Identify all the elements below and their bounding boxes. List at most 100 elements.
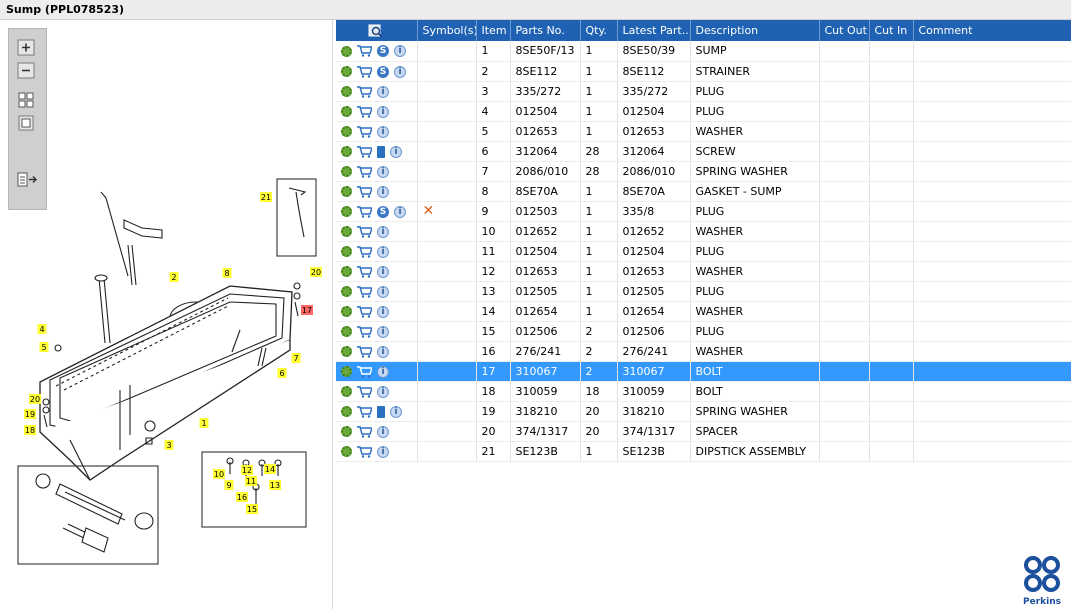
diagram-callout[interactable]: 12 xyxy=(241,465,253,475)
shopping-cart-icon[interactable] xyxy=(357,105,372,118)
shopping-cart-icon[interactable] xyxy=(357,225,372,238)
settings-gear-icon[interactable] xyxy=(341,166,352,177)
info-icon[interactable]: i xyxy=(377,85,389,98)
info-icon[interactable]: i xyxy=(377,105,389,118)
column-actions-header[interactable] xyxy=(336,20,418,41)
diagram-panel[interactable]: 1 2 3 4 5 6 7 8 9 10 11 12 13 14 15 16 17 20 21 20 19 18 xyxy=(0,20,333,609)
shopping-cart-icon[interactable] xyxy=(357,365,372,378)
diagram-callout[interactable]: 9 xyxy=(224,480,234,490)
column-description-header[interactable]: Description xyxy=(690,20,820,41)
info-icon[interactable]: i xyxy=(390,145,402,158)
shopping-cart-icon[interactable] xyxy=(357,45,372,57)
column-cut-in-header[interactable]: Cut In xyxy=(869,20,914,41)
settings-gear-icon[interactable] xyxy=(341,186,352,197)
column-item-header[interactable]: Item xyxy=(476,20,511,41)
info-icon[interactable]: i xyxy=(394,45,406,58)
shopping-cart-icon[interactable] xyxy=(357,445,372,458)
settings-gear-icon[interactable] xyxy=(341,426,352,437)
settings-gear-icon[interactable] xyxy=(341,346,352,357)
info-icon[interactable]: i xyxy=(377,425,389,438)
diagram-callout[interactable]: 20 xyxy=(29,394,41,404)
column-latest-part-header[interactable]: Latest Part... xyxy=(617,20,691,41)
table-row[interactable]: i 20 374/1317 20 374/1317 SPACER xyxy=(336,421,1071,442)
settings-gear-icon[interactable] xyxy=(341,86,352,97)
info-icon[interactable]: i xyxy=(394,65,406,78)
shopping-cart-icon[interactable] xyxy=(357,145,372,158)
info-icon[interactable]: i xyxy=(377,365,389,378)
book-icon[interactable] xyxy=(377,405,385,418)
shopping-cart-icon[interactable] xyxy=(357,285,372,298)
diagram-callout[interactable]: 2 xyxy=(169,272,179,282)
diagram-callout[interactable]: 18 xyxy=(24,425,36,435)
shopping-cart-icon[interactable] xyxy=(357,205,372,218)
diagram-callout[interactable]: 5 xyxy=(39,342,49,352)
table-row[interactable]: i 6 312064 28 312064 SCREW xyxy=(336,141,1071,162)
supersession-s-icon[interactable]: S xyxy=(377,205,389,218)
shopping-cart-icon[interactable] xyxy=(357,245,372,258)
column-qty-header[interactable]: Qty. xyxy=(580,20,618,41)
column-cut-out-header[interactable]: Cut Out xyxy=(819,20,870,41)
shopping-cart-icon[interactable] xyxy=(357,385,372,398)
column-comment-header[interactable]: Comment xyxy=(913,20,1071,41)
diagram-callout[interactable]: 16 xyxy=(236,492,248,502)
diagram-callout[interactable]: 7 xyxy=(291,353,301,363)
table-row[interactable]: i 15 012506 2 012506 PLUG xyxy=(336,321,1071,342)
settings-gear-icon[interactable] xyxy=(341,126,352,137)
shopping-cart-icon[interactable] xyxy=(357,185,372,198)
table-row[interactable]: i 13 012505 1 012505 PLUG xyxy=(336,281,1071,302)
diagram-callout[interactable]: 3 xyxy=(164,440,174,450)
settings-gear-icon[interactable] xyxy=(341,66,352,77)
column-parts-no-header[interactable]: Parts No. xyxy=(510,20,581,41)
settings-gear-icon[interactable] xyxy=(341,446,352,457)
diagram-callout[interactable]: 21 xyxy=(260,192,272,202)
info-icon[interactable]: i xyxy=(377,345,389,358)
diagram-callout[interactable]: 19 xyxy=(24,409,36,419)
table-row[interactable]: i 16 276/241 2 276/241 WASHER xyxy=(336,341,1071,362)
info-icon[interactable]: i xyxy=(394,205,406,218)
table-row[interactable]: Si 2 8SE112 1 8SE112 STRAINER xyxy=(336,61,1071,82)
shopping-cart-icon[interactable] xyxy=(357,265,372,278)
table-row[interactable]: Si 1 8SE50F/13 1 8SE50/39 SUMP xyxy=(336,41,1071,62)
diagram-callout[interactable]: 15 xyxy=(246,504,258,514)
exploded-parts-diagram[interactable]: 12345678910111213141516172021201918 xyxy=(0,40,330,600)
supersession-s-icon[interactable]: S xyxy=(377,45,389,58)
info-icon[interactable]: i xyxy=(377,285,389,298)
settings-gear-icon[interactable] xyxy=(341,326,352,337)
table-row[interactable]: i 10 012652 1 012652 WASHER xyxy=(336,221,1071,242)
diagram-callout[interactable]: 4 xyxy=(37,324,47,334)
table-row[interactable]: i 14 012654 1 012654 WASHER xyxy=(336,301,1071,322)
settings-gear-icon[interactable] xyxy=(341,266,352,277)
settings-gear-icon[interactable] xyxy=(341,286,352,297)
info-icon[interactable]: i xyxy=(377,225,389,238)
settings-gear-icon[interactable] xyxy=(341,386,352,397)
diagram-callout[interactable]: 11 xyxy=(245,476,257,486)
table-row[interactable]: Si ✕ 9 012503 1 335/8 PLUG xyxy=(336,201,1071,222)
table-row[interactable]: i 3 335/272 1 335/272 PLUG xyxy=(336,81,1071,102)
info-icon[interactable]: i xyxy=(377,445,389,458)
column-symbols-header[interactable]: Symbol(s) xyxy=(417,20,477,41)
info-icon[interactable]: i xyxy=(377,385,389,398)
table-row[interactable]: i 7 2086/010 28 2086/010 SPRING WASHER xyxy=(336,161,1071,182)
settings-gear-icon[interactable] xyxy=(341,106,352,117)
settings-gear-icon[interactable] xyxy=(341,146,352,157)
settings-gear-icon[interactable] xyxy=(341,206,352,217)
settings-gear-icon[interactable] xyxy=(341,226,352,237)
shopping-cart-icon[interactable] xyxy=(357,305,372,318)
shopping-cart-icon[interactable] xyxy=(357,65,372,78)
diagram-callout[interactable]: 14 xyxy=(264,464,276,474)
book-icon[interactable] xyxy=(377,145,385,158)
info-icon[interactable]: i xyxy=(377,245,389,258)
settings-gear-icon[interactable] xyxy=(341,246,352,257)
supersession-s-icon[interactable]: S xyxy=(377,65,389,78)
table-row[interactable]: i 18 310059 18 310059 BOLT xyxy=(336,381,1071,402)
info-icon[interactable]: i xyxy=(377,305,389,318)
shopping-cart-icon[interactable] xyxy=(357,405,372,418)
settings-gear-icon[interactable] xyxy=(341,406,352,417)
info-icon[interactable]: i xyxy=(377,165,389,178)
diagram-callout[interactable]: 17 xyxy=(301,305,313,315)
info-icon[interactable]: i xyxy=(377,325,389,338)
settings-gear-icon[interactable] xyxy=(341,306,352,317)
table-row[interactable]: i 12 012653 1 012653 WASHER xyxy=(336,261,1071,282)
shopping-cart-icon[interactable] xyxy=(357,345,372,358)
info-icon[interactable]: i xyxy=(377,265,389,278)
